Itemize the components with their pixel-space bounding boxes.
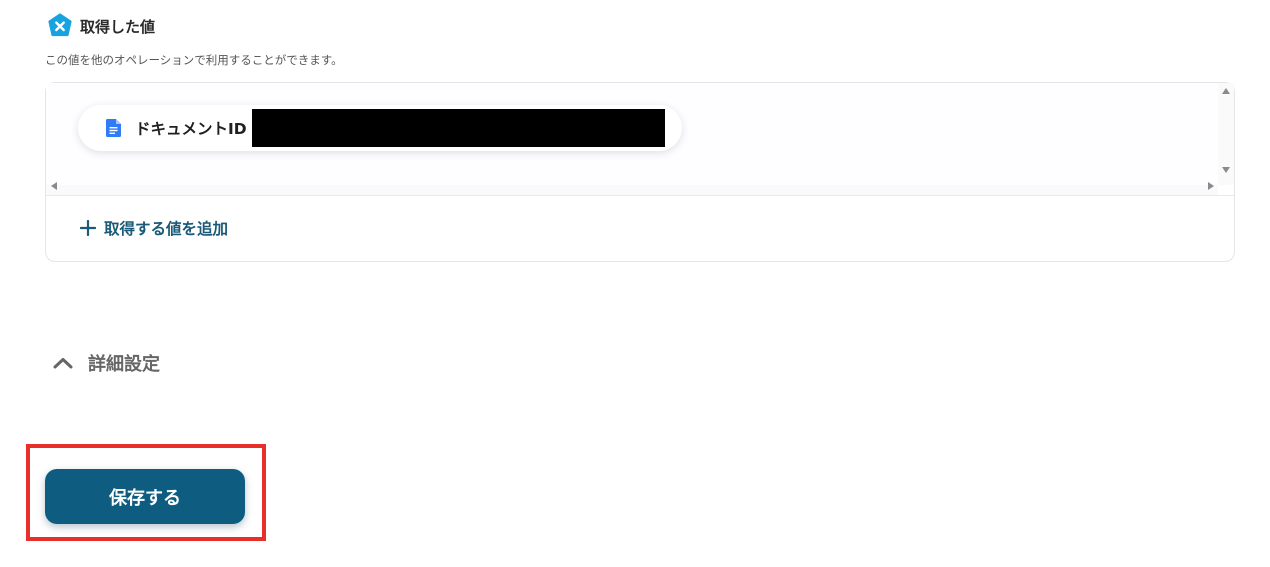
value-chip[interactable]: ドキュメントID	[78, 105, 682, 151]
section-description: この値を他のオペレーションで利用することができます。	[45, 53, 343, 67]
save-button[interactable]: 保存する	[45, 469, 245, 524]
google-docs-icon	[106, 119, 121, 137]
section-title: 取得した値	[80, 17, 156, 36]
values-scroll-area[interactable]: ドキュメントID	[46, 83, 1234, 196]
section-header: 取得した値	[47, 12, 155, 40]
add-value-button[interactable]: 取得する値を追加	[80, 217, 228, 239]
x-badge-icon	[48, 13, 72, 37]
page: 取得した値 この値を他のオペレーションで利用することができます。 ドキュメントI…	[0, 0, 1270, 567]
value-chip-label: ドキュメントID	[135, 120, 247, 138]
horizontal-scrollbar[interactable]	[46, 185, 1218, 195]
add-value-label: 取得する値を追加	[104, 220, 229, 238]
plus-icon	[80, 220, 96, 236]
redacted-value	[252, 109, 665, 147]
scroll-left-icon[interactable]	[51, 182, 57, 190]
advanced-settings-label: 詳細設定	[88, 354, 160, 375]
values-box: ドキュメントID 取得する値を追加	[45, 82, 1235, 262]
advanced-settings-toggle[interactable]: 詳細設定	[52, 350, 160, 376]
scroll-right-icon[interactable]	[1208, 182, 1214, 190]
values-list: ドキュメントID	[46, 83, 1218, 185]
scroll-up-icon[interactable]	[1222, 88, 1230, 94]
chevron-up-icon	[53, 358, 73, 369]
scroll-down-icon[interactable]	[1222, 167, 1230, 173]
